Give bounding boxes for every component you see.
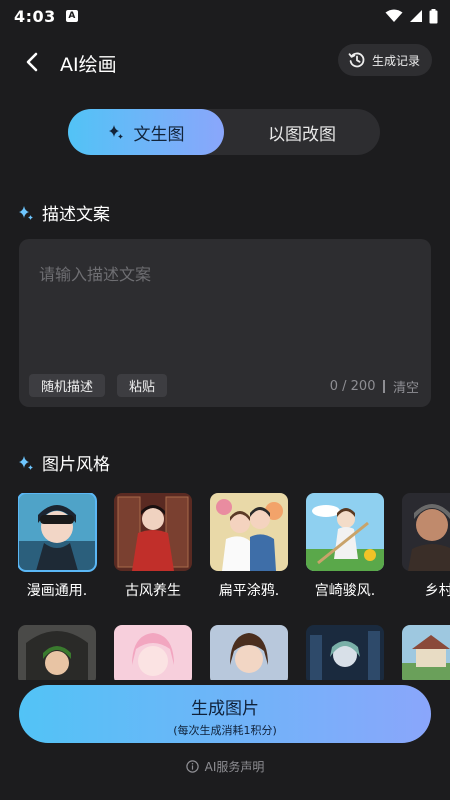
disclaimer-text: AI服务声明	[204, 760, 265, 774]
app-bar: AI绘画 生成记录	[0, 40, 450, 84]
counter-divider	[383, 380, 385, 393]
style-label-manga: 漫画通用.	[26, 583, 88, 599]
style-thumbnail-ancient	[114, 493, 192, 571]
wifi-icon	[385, 9, 403, 22]
style-thumbnail-flat	[210, 493, 288, 571]
status-time: 4:03	[14, 6, 56, 26]
signal-icon	[410, 10, 422, 22]
style-section-title: 图片风格	[18, 450, 110, 475]
style-item-rural[interactable]: 乡村.	[402, 493, 450, 600]
tab-text-to-image[interactable]: 文生图	[68, 109, 224, 155]
style-label-rural: 乡村.	[424, 583, 450, 599]
character-counter: 0 / 200 清空	[330, 377, 419, 396]
style-list: 漫画通用. 古风养生 扁平涂鸦. 宫崎骏风. 乡村	[18, 493, 450, 603]
style-item-ancient[interactable]: 古风养生	[114, 493, 192, 600]
style-item-flat[interactable]: 扁平涂鸦.	[210, 493, 288, 600]
generate-image-button[interactable]: 生成图片 (每次生成消耗1积分)	[19, 685, 431, 743]
sparkle-icon	[19, 455, 33, 470]
ai-disclaimer-link[interactable]: AI服务声明	[0, 758, 450, 775]
counter-text: 0 / 200	[329, 379, 376, 394]
description-title-text: 描述文案	[42, 205, 110, 225]
paste-button[interactable]: 粘贴	[117, 374, 168, 397]
style-label-ancient: 古风养生	[125, 583, 181, 599]
notification-badge: A	[65, 10, 78, 22]
mode-tabs: 文生图 以图改图	[68, 109, 380, 155]
history-label: 生成记录	[371, 53, 420, 68]
history-button[interactable]: 生成记录	[337, 44, 432, 76]
tab-text-to-image-label: 文生图	[133, 124, 185, 145]
style-item-manga[interactable]: 漫画通用.	[18, 493, 97, 600]
clear-button[interactable]: 清空	[393, 377, 419, 396]
description-section-title: 描述文案	[18, 200, 110, 225]
random-description-button[interactable]: 随机描述	[29, 374, 106, 397]
style-label-ghibli: 宫崎骏风.	[314, 583, 376, 599]
style-thumbnail-8[interactable]	[210, 625, 288, 680]
info-icon	[185, 760, 199, 773]
style-thumbnail-ghibli	[306, 493, 384, 571]
style-label-flat: 扁平涂鸦.	[218, 583, 280, 599]
style-thumbnail-10[interactable]	[402, 625, 450, 680]
description-input[interactable]: 请输入描述文案 随机描述 粘贴 0 / 200 清空	[19, 239, 431, 407]
sparkle-icon	[19, 205, 33, 220]
back-button[interactable]	[18, 48, 46, 76]
back-arrow-icon	[26, 52, 38, 72]
description-placeholder: 请输入描述文案	[39, 265, 152, 284]
status-icons	[385, 8, 438, 24]
battery-icon	[429, 8, 438, 23]
style-title-text: 图片风格	[42, 455, 110, 475]
style-list-row-2	[18, 625, 450, 680]
style-item-ghibli[interactable]: 宫崎骏风.	[306, 493, 384, 600]
generate-label: 生成图片	[191, 699, 259, 719]
style-thumbnail-9[interactable]	[306, 625, 384, 680]
style-thumbnail-manga	[18, 493, 97, 572]
tab-image-to-image-label: 以图改图	[268, 124, 336, 145]
generate-cost-note: (每次生成消耗1积分)	[173, 724, 277, 737]
history-icon	[348, 52, 365, 68]
sparkle-icon	[108, 125, 123, 139]
style-thumbnail-7[interactable]	[114, 625, 192, 680]
style-thumbnail-6[interactable]	[18, 625, 96, 680]
status-bar: 4:03 A	[0, 0, 450, 32]
style-thumbnail-rural	[402, 493, 450, 571]
page-title: AI绘画	[60, 54, 117, 76]
tab-image-to-image[interactable]: 以图改图	[224, 109, 380, 155]
